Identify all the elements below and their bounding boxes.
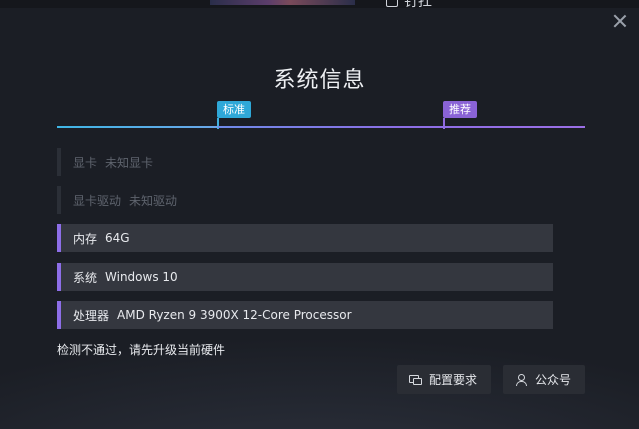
spec-status-bar — [57, 263, 61, 291]
spec-status-bar — [57, 148, 61, 176]
spec-status-bar — [57, 301, 61, 329]
track-recommended-segment — [218, 126, 585, 128]
check-failed-message: 检测不通过，请先升级当前硬件 — [57, 343, 226, 357]
spec-value: 未知驱动 — [129, 193, 178, 208]
spec-label: 显卡驱动 — [73, 193, 122, 208]
spec-status-bar — [57, 224, 61, 252]
config-requirements-button[interactable]: 配置要求 — [397, 365, 491, 394]
config-requirements-label: 配置要求 — [429, 373, 478, 387]
spec-row-gpu: 显卡 未知显卡 — [57, 148, 553, 176]
spec-label: 系统 — [73, 270, 98, 285]
spec-row-os: 系统 Windows 10 — [57, 263, 553, 291]
dialog-title: 系统信息 — [273, 68, 366, 93]
standard-marker: 标准 — [217, 101, 251, 118]
spec-value: 未知显卡 — [105, 155, 154, 170]
spec-level-track — [57, 126, 585, 129]
spec-label: 内存 — [73, 231, 98, 246]
spec-status-bar — [57, 186, 61, 214]
background-banner-image — [210, 0, 355, 5]
spec-value: AMD Ryzen 9 3900X 12-Core Processor — [117, 308, 352, 322]
recommended-marker: 推荐 — [443, 101, 477, 118]
spec-value: 64G — [105, 231, 130, 245]
chat-icon — [409, 374, 422, 385]
official-account-label: 公众号 — [535, 373, 572, 387]
spec-label: 处理器 — [73, 308, 110, 323]
spec-label: 显卡 — [73, 155, 98, 170]
track-standard-segment — [57, 126, 218, 128]
spec-row-cpu: 处理器 AMD Ryzen 9 3900X 12-Core Processor — [57, 301, 553, 329]
spec-value: Windows 10 — [105, 270, 178, 284]
background-item-icon — [386, 0, 398, 7]
user-icon — [515, 373, 527, 386]
official-account-button[interactable]: 公众号 — [503, 365, 585, 394]
close-icon[interactable] — [613, 14, 627, 28]
spec-row-memory: 内存 64G — [57, 224, 553, 252]
spec-row-gpu-driver: 显卡驱动 未知驱动 — [57, 186, 553, 214]
